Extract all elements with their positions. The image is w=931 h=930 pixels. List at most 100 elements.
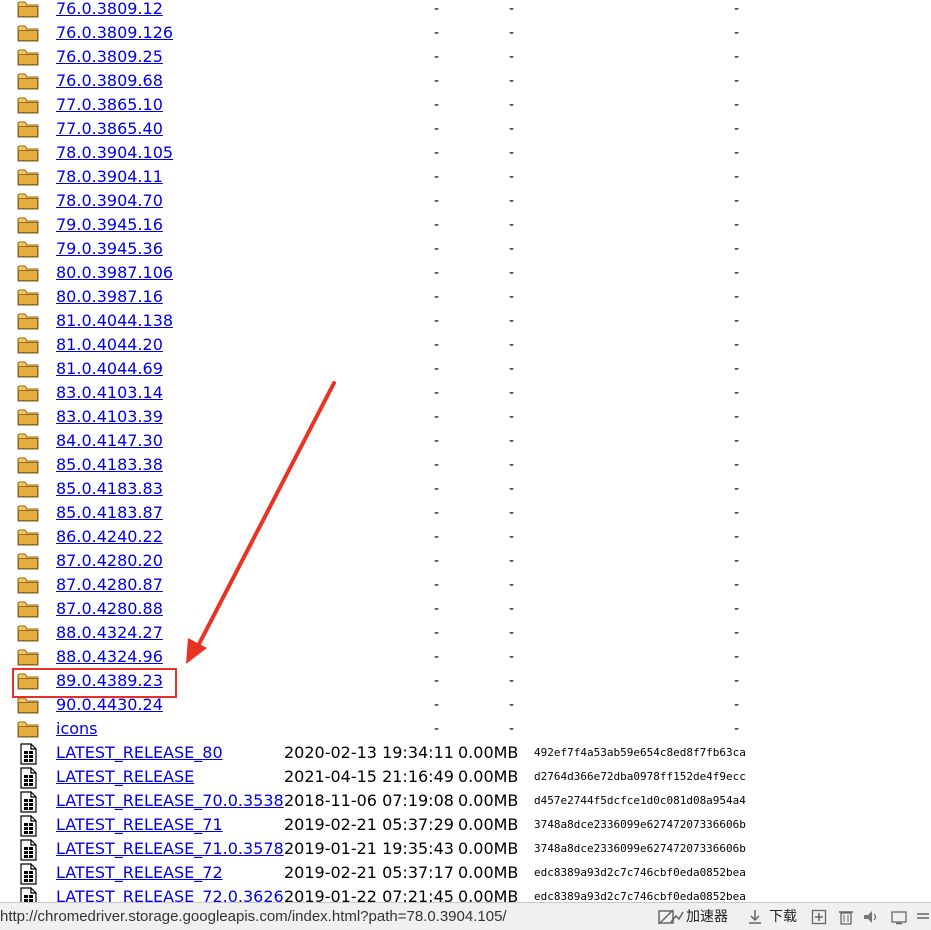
- speaker-icon[interactable]: [862, 908, 880, 926]
- folder-link[interactable]: 87.0.4280.20: [56, 551, 163, 571]
- folder-link[interactable]: 78.0.3904.105: [56, 143, 173, 163]
- file-icon: [17, 839, 39, 861]
- folder-link[interactable]: 88.0.4324.96: [56, 647, 163, 667]
- menu-icon[interactable]: [914, 908, 931, 926]
- folder-link[interactable]: 87.0.4280.88: [56, 599, 163, 619]
- empty-value: -: [434, 649, 440, 665]
- empty-value: -: [509, 673, 515, 689]
- file-size: 0.00MB: [458, 791, 519, 810]
- file-link[interactable]: LATEST_RELEASE_72: [56, 863, 223, 883]
- file-hash: d2764d366e72dba0978ff152de4f9ecc: [534, 770, 746, 783]
- folder-link[interactable]: 85.0.4183.38: [56, 455, 163, 475]
- empty-value: -: [434, 529, 440, 545]
- folder-link[interactable]: 76.0.3809.126: [56, 23, 173, 43]
- folder-icon: [17, 191, 39, 211]
- file-size: 0.00MB: [458, 743, 519, 762]
- empty-value: -: [509, 409, 515, 425]
- accelerator-label[interactable]: 加速器: [686, 907, 728, 927]
- folder-link[interactable]: 83.0.4103.14: [56, 383, 163, 403]
- empty-value: -: [509, 313, 515, 329]
- folder-link[interactable]: 79.0.3945.16: [56, 215, 163, 235]
- folder-link[interactable]: 89.0.4389.23: [56, 671, 163, 691]
- folder-link[interactable]: 78.0.3904.11: [56, 167, 163, 187]
- empty-value: -: [734, 313, 740, 329]
- folder-link[interactable]: 78.0.3904.70: [56, 191, 163, 211]
- empty-value: -: [734, 577, 740, 593]
- folder-link[interactable]: 85.0.4183.87: [56, 503, 163, 523]
- empty-value: -: [734, 265, 740, 281]
- folder-link[interactable]: 81.0.4044.69: [56, 359, 163, 379]
- file-link[interactable]: LATEST_RELEASE_70.0.3538: [56, 791, 284, 811]
- empty-value: -: [734, 217, 740, 233]
- folder-row: 84.0.4147.30 - - -: [0, 430, 931, 454]
- folder-row: 85.0.4183.83 - - -: [0, 478, 931, 502]
- folder-link[interactable]: 80.0.3987.16: [56, 287, 163, 307]
- empty-value: -: [434, 1, 440, 17]
- empty-value: -: [509, 1, 515, 17]
- file-row: LATEST_RELEASE_80 2020-02-13 19:34:11 0.00…: [0, 742, 931, 766]
- empty-value: -: [734, 505, 740, 521]
- file-date: 2020-02-13 19:34:11: [284, 743, 454, 762]
- folder-link[interactable]: 84.0.4147.30: [56, 431, 163, 451]
- file-link[interactable]: LATEST_RELEASE: [56, 767, 194, 787]
- folder-link[interactable]: 76.0.3809.25: [56, 47, 163, 67]
- folder-link[interactable]: 83.0.4103.39: [56, 407, 163, 427]
- folder-link[interactable]: 81.0.4044.138: [56, 311, 173, 331]
- folder-link[interactable]: 76.0.3809.68: [56, 71, 163, 91]
- file-link[interactable]: LATEST_RELEASE_71.0.3578: [56, 839, 284, 859]
- empty-value: -: [434, 73, 440, 89]
- folder-link[interactable]: 81.0.4044.20: [56, 335, 163, 355]
- empty-value: -: [509, 601, 515, 617]
- file-date: 2019-01-21 19:35:43: [284, 839, 454, 858]
- empty-value: -: [734, 1, 740, 17]
- download-label[interactable]: 下载: [769, 907, 797, 927]
- file-link[interactable]: LATEST_RELEASE_71: [56, 815, 223, 835]
- empty-value: -: [509, 385, 515, 401]
- file-link[interactable]: LATEST_RELEASE_80: [56, 743, 223, 763]
- folder-link[interactable]: 87.0.4280.87: [56, 575, 163, 595]
- file-row: LATEST_RELEASE_72 2019-02-21 05:37:17 0.00…: [0, 862, 931, 886]
- folder-icon: [17, 71, 39, 91]
- empty-value: -: [734, 241, 740, 257]
- folder-link[interactable]: 88.0.4324.27: [56, 623, 163, 643]
- file-icon: [17, 767, 39, 789]
- file-size: 0.00MB: [458, 767, 519, 786]
- folder-link[interactable]: 77.0.3865.40: [56, 119, 163, 139]
- folder-icon: [17, 455, 39, 475]
- file-hash: d457e2744f5dcfce1d0c081d08a954a4: [534, 794, 746, 807]
- empty-value: -: [509, 121, 515, 137]
- empty-value: -: [509, 265, 515, 281]
- empty-value: -: [434, 505, 440, 521]
- accelerator-icon[interactable]: [668, 908, 686, 926]
- folder-row: 78.0.3904.11 - - -: [0, 166, 931, 190]
- folder-link[interactable]: 85.0.4183.83: [56, 479, 163, 499]
- empty-value: -: [734, 169, 740, 185]
- folder-link[interactable]: 79.0.3945.36: [56, 239, 163, 259]
- empty-value: -: [734, 457, 740, 473]
- folder-icon: [17, 143, 39, 163]
- screen-icon[interactable]: [890, 908, 908, 926]
- empty-value: -: [734, 481, 740, 497]
- file-row: LATEST_RELEASE 2021-04-15 21:16:49 0.00MB d…: [0, 766, 931, 790]
- folder-row: 89.0.4389.23 - - -: [0, 670, 931, 694]
- add-icon[interactable]: [810, 908, 828, 926]
- folder-link[interactable]: 77.0.3865.10: [56, 95, 163, 115]
- folder-row: 83.0.4103.39 - - -: [0, 406, 931, 430]
- download-icon[interactable]: [746, 908, 764, 926]
- folder-icon: [17, 95, 39, 115]
- folder-row: 81.0.4044.69 - - -: [0, 358, 931, 382]
- trash-icon[interactable]: [837, 908, 855, 926]
- empty-value: -: [509, 721, 515, 737]
- folder-link[interactable]: 86.0.4240.22: [56, 527, 163, 547]
- empty-value: -: [434, 169, 440, 185]
- folder-icon: [17, 671, 39, 691]
- empty-value: -: [734, 721, 740, 737]
- folder-link[interactable]: 90.0.4430.24: [56, 695, 163, 715]
- folder-link[interactable]: 76.0.3809.12: [56, 0, 163, 19]
- folder-link[interactable]: icons: [56, 719, 98, 739]
- empty-value: -: [734, 193, 740, 209]
- folder-link[interactable]: 80.0.3987.106: [56, 263, 173, 283]
- empty-value: -: [434, 337, 440, 353]
- folder-icon: [17, 575, 39, 595]
- folder-icon: [17, 359, 39, 379]
